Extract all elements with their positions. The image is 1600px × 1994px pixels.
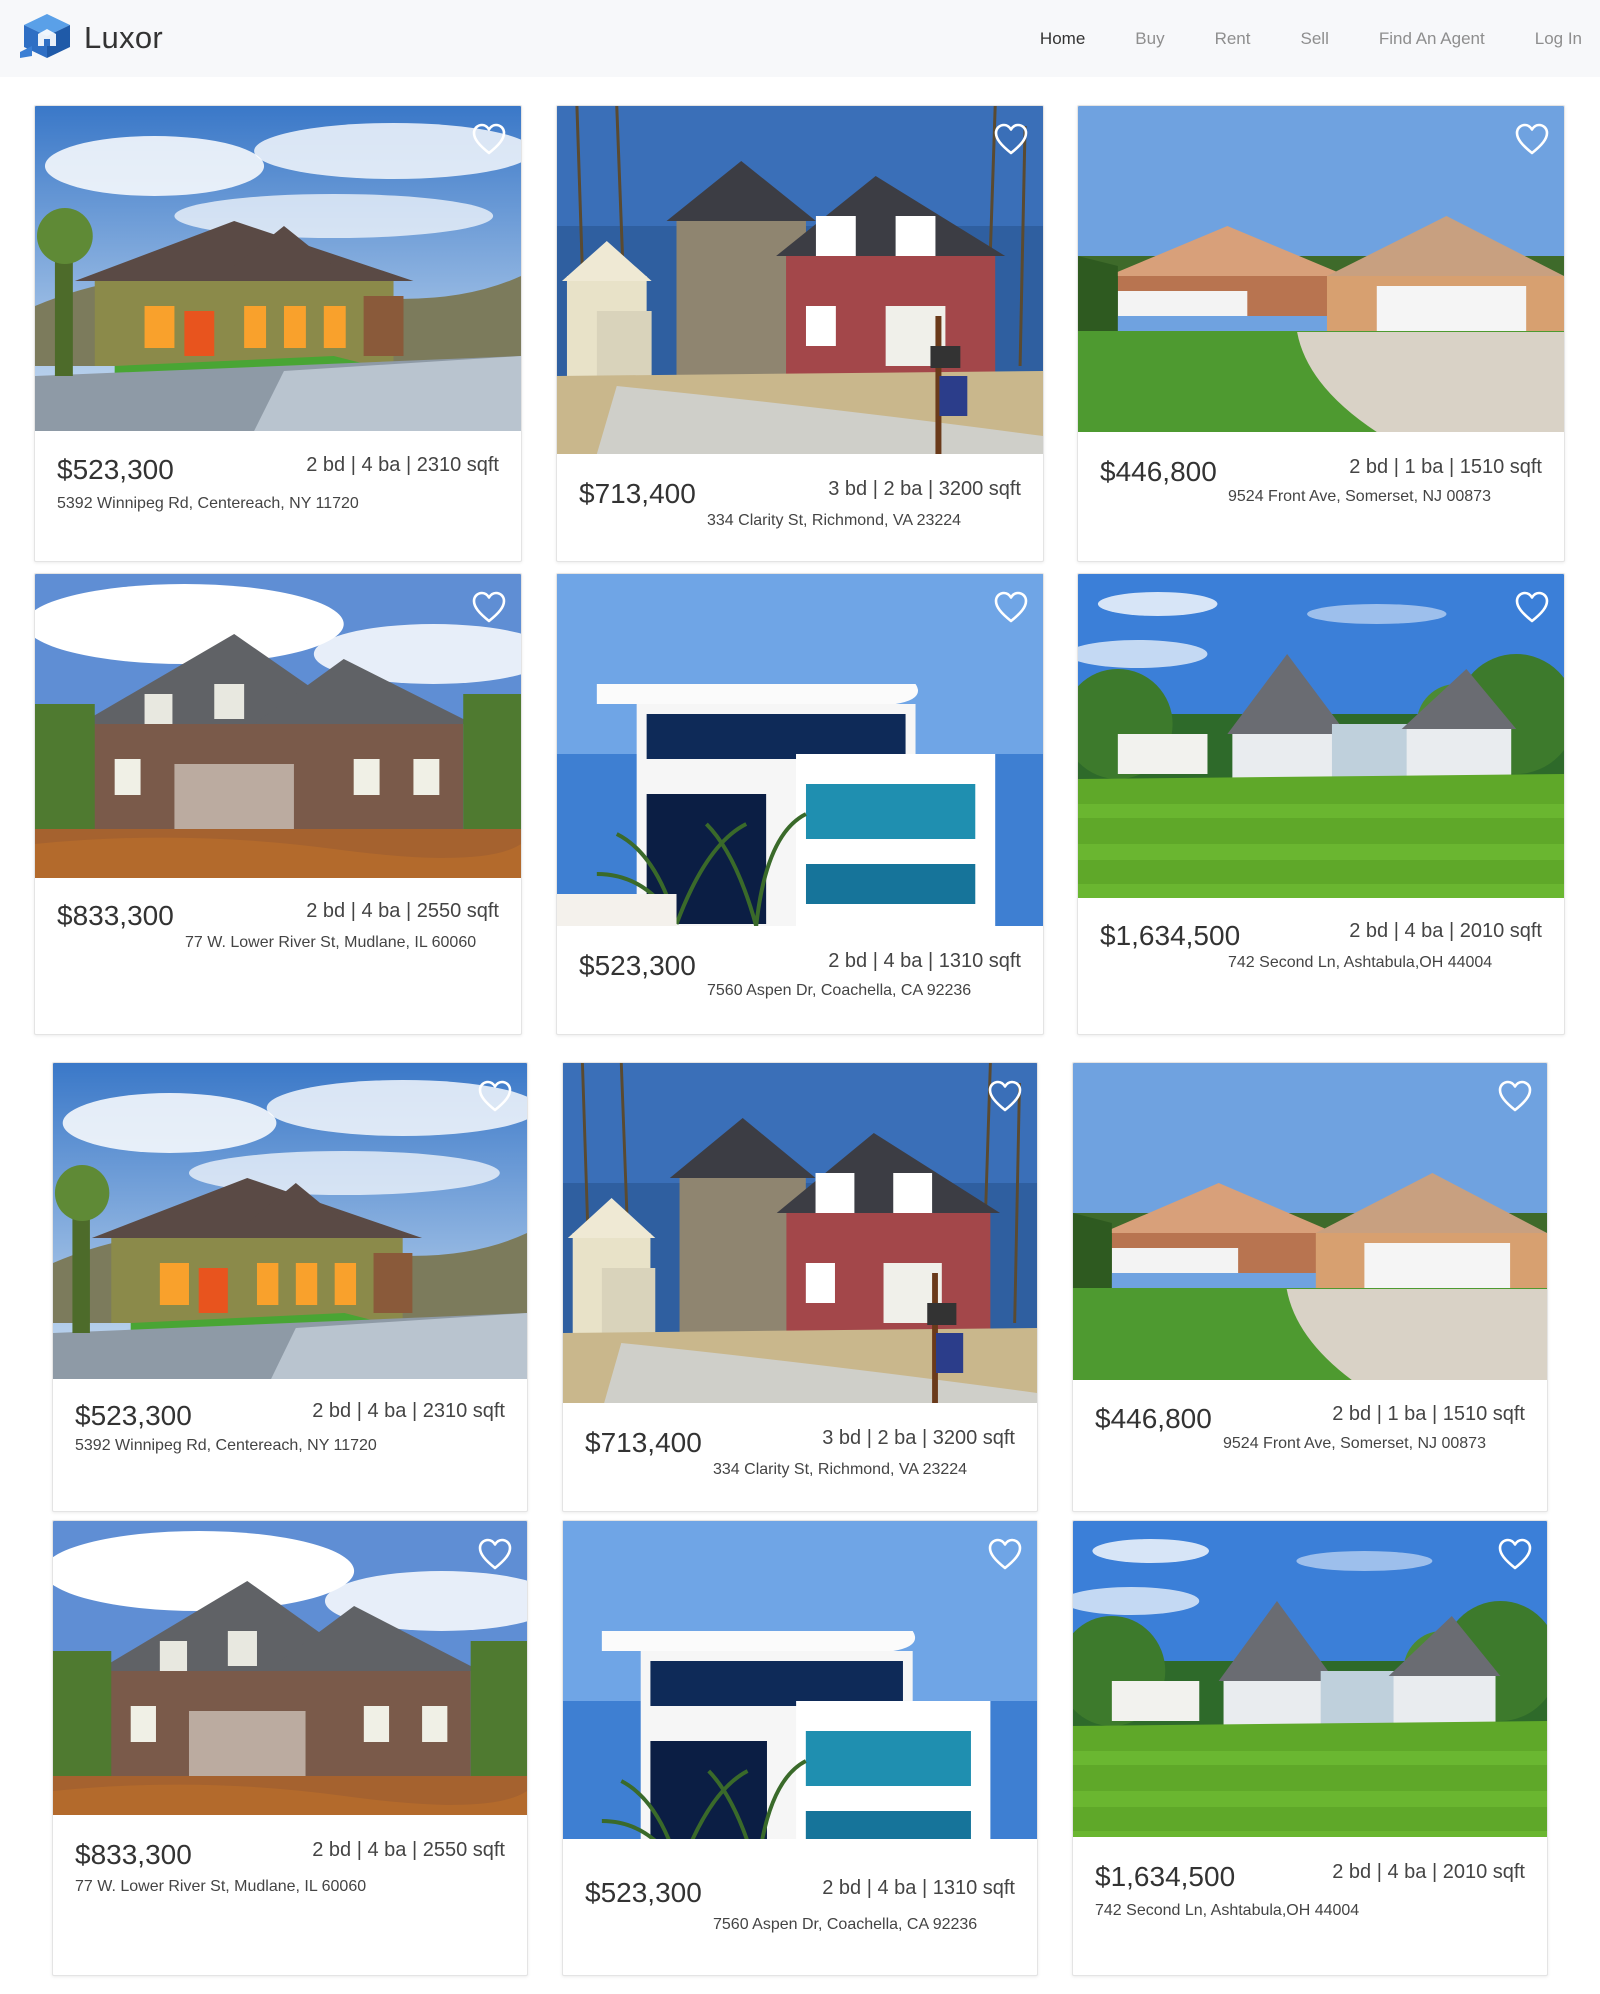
favorite-heart-icon[interactable]	[471, 590, 507, 624]
listing-specs: 2 bd | 4 ba | 2310 sqft	[312, 1400, 505, 1422]
listing-card[interactable]: $713,400 3 bd | 2 ba | 3200 sqft 334 Cla…	[556, 105, 1044, 562]
listing-card[interactable]: $1,634,500 2 bd | 4 ba | 2010 sqft 742 S…	[1077, 573, 1565, 1035]
listing-card[interactable]: $446,800 2 bd | 1 ba | 1510 sqft 9524 Fr…	[1077, 105, 1565, 562]
colonial-house-photo[interactable]	[557, 106, 1043, 454]
farmhouse-photo[interactable]	[1073, 1521, 1547, 1837]
farmhouse-photo[interactable]	[1078, 574, 1564, 898]
favorite-heart-icon[interactable]	[1514, 122, 1550, 156]
listing-address: 7560 Aspen Dr, Coachella, CA 92236	[707, 982, 972, 999]
listing-price: $523,300	[579, 950, 696, 981]
listing-card[interactable]: $523,300 2 bd | 4 ba | 2310 sqft 5392 Wi…	[34, 105, 522, 562]
favorite-heart-icon[interactable]	[993, 590, 1029, 624]
listing-price: $523,300	[75, 1400, 192, 1431]
favorite-heart-icon[interactable]	[987, 1079, 1023, 1113]
nav-sell[interactable]: Sell	[1301, 29, 1329, 49]
listing-price: $833,300	[75, 1839, 192, 1870]
brick-house-photo[interactable]	[53, 1521, 527, 1815]
brand-name: Luxor	[84, 20, 164, 55]
listing-card[interactable]: $523,300 2 bd | 4 ba | 1310 sqft 7560 As…	[562, 1520, 1038, 1976]
craftsman-house-photo[interactable]	[35, 106, 521, 431]
brick-house-photo[interactable]	[35, 574, 521, 878]
ranch-house-photo[interactable]	[1073, 1063, 1547, 1380]
listing-price: $446,800	[1095, 1403, 1212, 1434]
listing-card[interactable]: $833,300 2 bd | 4 ba | 2550 sqft 77 W. L…	[34, 573, 522, 1035]
listing-specs: 2 bd | 4 ba | 2550 sqft	[312, 1839, 505, 1861]
listing-specs: 3 bd | 2 ba | 3200 sqft	[828, 478, 1021, 500]
craftsman-house-photo[interactable]	[53, 1063, 527, 1379]
main-nav: Home Buy Rent Sell Find An Agent Log In	[990, 0, 1582, 77]
listing-specs: 2 bd | 4 ba | 2010 sqft	[1332, 1861, 1525, 1883]
listing-card[interactable]: $446,800 2 bd | 1 ba | 1510 sqft 9524 Fr…	[1072, 1062, 1548, 1512]
modern-house-photo[interactable]	[557, 574, 1043, 926]
nav-find-an-agent[interactable]: Find An Agent	[1379, 29, 1485, 49]
modern-house-photo[interactable]	[563, 1521, 1037, 1839]
listing-price: $523,300	[585, 1877, 702, 1908]
listing-price: $1,634,500	[1095, 1861, 1236, 1892]
colonial-house-photo[interactable]	[563, 1063, 1037, 1403]
listing-price: $446,800	[1100, 456, 1217, 487]
favorite-heart-icon[interactable]	[993, 122, 1029, 156]
listing-price: $1,634,500	[1100, 920, 1241, 951]
listing-address: 5392 Winnipeg Rd, Centereach, NY 11720	[57, 495, 359, 512]
nav-log-in[interactable]: Log In	[1535, 29, 1582, 49]
favorite-heart-icon[interactable]	[1497, 1079, 1533, 1113]
listing-address: 742 Second Ln, Ashtabula,OH 44004	[1228, 954, 1493, 971]
favorite-heart-icon[interactable]	[1497, 1537, 1533, 1571]
brand-logo-link[interactable]: Luxor	[18, 12, 164, 65]
listing-specs: 2 bd | 4 ba | 1310 sqft	[822, 1877, 1015, 1899]
listing-price: $833,300	[57, 900, 174, 931]
listing-address: 742 Second Ln, Ashtabula,OH 44004	[1095, 1902, 1360, 1919]
nav-buy[interactable]: Buy	[1135, 29, 1164, 49]
favorite-heart-icon[interactable]	[1514, 590, 1550, 624]
listing-card[interactable]: $713,400 3 bd | 2 ba | 3200 sqft 334 Cla…	[562, 1062, 1038, 1512]
listing-address: 334 Clarity St, Richmond, VA 23224	[707, 512, 962, 529]
listing-address: 77 W. Lower River St, Mudlane, IL 60060	[75, 1878, 367, 1895]
navbar: Luxor Home Buy Rent Sell Find An Agent L…	[0, 0, 1600, 77]
listing-card[interactable]: $523,300 2 bd | 4 ba | 1310 sqft 7560 As…	[556, 573, 1044, 1035]
listing-card[interactable]: $1,634,500 2 bd | 4 ba | 2010 sqft 742 S…	[1072, 1520, 1548, 1976]
favorite-heart-icon[interactable]	[477, 1079, 513, 1113]
listing-specs: 3 bd | 2 ba | 3200 sqft	[822, 1427, 1015, 1449]
listing-card[interactable]: $833,300 2 bd | 4 ba | 2550 sqft 77 W. L…	[52, 1520, 528, 1976]
listing-specs: 2 bd | 4 ba | 1310 sqft	[828, 950, 1021, 972]
listing-address: 334 Clarity St, Richmond, VA 23224	[713, 1461, 968, 1478]
listing-price: $713,400	[579, 478, 696, 509]
favorite-heart-icon[interactable]	[471, 122, 507, 156]
listing-price: $523,300	[57, 454, 174, 485]
favorite-heart-icon[interactable]	[987, 1537, 1023, 1571]
listing-card[interactable]: $523,300 2 bd | 4 ba | 2310 sqft 5392 Wi…	[52, 1062, 528, 1512]
listing-specs: 2 bd | 1 ba | 1510 sqft	[1332, 1403, 1525, 1425]
listing-specs: 2 bd | 4 ba | 2550 sqft	[306, 900, 499, 922]
listing-specs: 2 bd | 1 ba | 1510 sqft	[1349, 456, 1542, 478]
house-cube-icon	[18, 12, 76, 65]
ranch-house-photo[interactable]	[1078, 106, 1564, 432]
listing-specs: 2 bd | 4 ba | 2310 sqft	[306, 454, 499, 476]
listing-address: 9524 Front Ave, Somerset, NJ 00873	[1228, 488, 1491, 505]
favorite-heart-icon[interactable]	[477, 1537, 513, 1571]
listing-address: 5392 Winnipeg Rd, Centereach, NY 11720	[75, 1437, 377, 1454]
nav-rent[interactable]: Rent	[1215, 29, 1251, 49]
listing-price: $713,400	[585, 1427, 702, 1458]
nav-home[interactable]: Home	[1040, 29, 1085, 49]
listing-address: 9524 Front Ave, Somerset, NJ 00873	[1223, 1435, 1486, 1452]
listing-address: 7560 Aspen Dr, Coachella, CA 92236	[713, 1916, 978, 1933]
listing-specs: 2 bd | 4 ba | 2010 sqft	[1349, 920, 1542, 942]
listing-address: 77 W. Lower River St, Mudlane, IL 60060	[185, 934, 477, 951]
